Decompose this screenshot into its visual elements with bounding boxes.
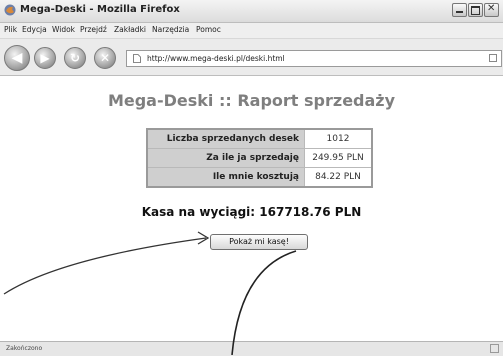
row-label: Liczba sprzedanych desek xyxy=(146,128,305,149)
menu-bar: Plik Edycja Widok Przejdź Zakładki Narzę… xyxy=(0,23,503,39)
minimize-button[interactable] xyxy=(452,3,467,17)
url-text: http://www.mega-deski.pl/deski.html xyxy=(147,54,285,63)
maximize-button[interactable] xyxy=(468,3,483,17)
title-bar: Mega-Deski - Mozilla Firefox xyxy=(0,0,503,23)
navigation-toolbar: ◀ ▶ ↻ ✕ http://www.mega-deski.pl/deski.h… xyxy=(0,39,503,76)
menu-item-plik[interactable]: Plik xyxy=(4,25,17,34)
page-icon xyxy=(133,54,141,63)
menu-item-zakladki[interactable]: Zakładki xyxy=(114,25,146,34)
table-row: Ile mnie kosztują 84.22 PLN xyxy=(146,167,373,188)
table-row: Liczba sprzedanych desek 1012 xyxy=(146,128,373,149)
firefox-icon xyxy=(4,4,16,16)
row-value: 84.22 PLN xyxy=(304,167,373,188)
reload-button[interactable]: ↻ xyxy=(64,47,86,69)
back-arrow-icon: ◀ xyxy=(11,50,23,66)
forward-button[interactable]: ▶ xyxy=(34,47,56,69)
page-heading: Mega-Deski :: Raport sprzedaży xyxy=(107,91,396,110)
page-content: Mega-Deski :: Raport sprzedaży Liczba sp… xyxy=(0,76,503,341)
row-value: 1012 xyxy=(304,128,373,149)
menu-item-pomoc[interactable]: Pomoc xyxy=(196,25,221,34)
table-row: Za ile ja sprzedaję 249.95 PLN xyxy=(146,148,373,168)
row-label: Za ile ja sprzedaję xyxy=(146,148,305,168)
cash-summary: Kasa na wyciągi: 167718.76 PLN xyxy=(141,205,362,219)
forward-arrow-icon: ▶ xyxy=(40,51,50,65)
reload-icon: ↻ xyxy=(69,51,81,65)
stop-icon: ✕ xyxy=(99,51,111,65)
window-title: Mega-Deski - Mozilla Firefox xyxy=(20,4,180,15)
row-label: Ile mnie kosztują xyxy=(146,167,305,188)
menu-item-przejdz[interactable]: Przejdź xyxy=(80,25,107,34)
close-button[interactable] xyxy=(484,3,499,17)
status-text: Zakończono xyxy=(6,345,43,352)
sales-report-table: Liczba sprzedanych desek 1012 Za ile ja … xyxy=(146,128,373,188)
menu-item-widok[interactable]: Widok xyxy=(52,25,75,34)
row-value: 249.95 PLN xyxy=(304,148,373,168)
menu-item-narzedzia[interactable]: Narzędzia xyxy=(152,25,189,34)
history-dropdown-icon[interactable] xyxy=(489,54,497,62)
stop-button[interactable]: ✕ xyxy=(94,47,116,69)
browser-window: Mega-Deski - Mozilla Firefox Plik Edycja… xyxy=(0,0,503,356)
back-button[interactable]: ◀ xyxy=(4,45,30,71)
show-cash-button[interactable]: Pokaż mi kasę! xyxy=(210,234,308,250)
address-bar[interactable]: http://www.mega-deski.pl/deski.html xyxy=(126,50,502,67)
status-bar: Zakończono xyxy=(0,341,503,356)
menu-item-edycja[interactable]: Edycja xyxy=(22,25,47,34)
resize-grip[interactable] xyxy=(490,344,499,353)
